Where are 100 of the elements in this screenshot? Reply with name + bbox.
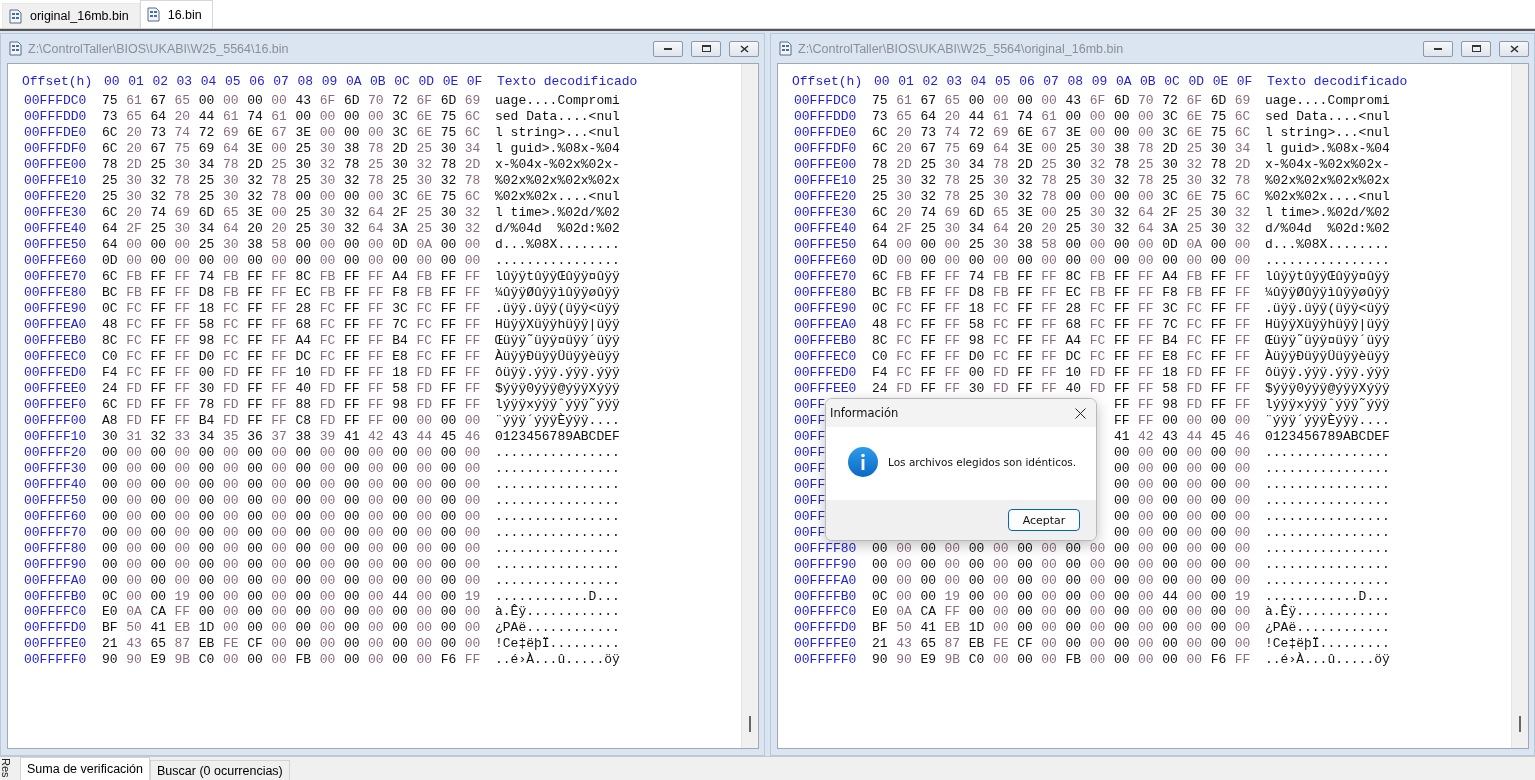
hex-byte: 00 (1017, 253, 1034, 269)
column-header: 00 (104, 73, 121, 89)
hex-byte: 00 (920, 572, 937, 588)
hex-byte: 0C (872, 588, 889, 604)
hex-byte: 44 (1162, 588, 1179, 604)
hex-byte: 30 (319, 173, 337, 189)
hex-byte: 38 (1017, 237, 1034, 253)
panel-tab[interactable]: Suma de verificación (20, 757, 151, 780)
hex-byte: 00 (1210, 444, 1228, 460)
hex-byte: 75 (174, 141, 192, 157)
hex-byte: D0 (968, 349, 986, 364)
hex-byte: FF (464, 317, 482, 333)
hex-byte: 00 (440, 237, 458, 253)
hex-byte: 30 (1210, 221, 1228, 237)
hex-byte: 58 (392, 380, 409, 396)
hex-byte: FB (1186, 285, 1204, 301)
hex-byte: 00 (343, 508, 361, 524)
hex-byte: FF (343, 301, 361, 317)
file-tab[interactable]: original_16mb.bin (2, 3, 140, 28)
hex-byte: 00 (992, 620, 1010, 636)
hex-byte: 00 (1113, 460, 1131, 476)
hex-byte: 00 (1041, 572, 1058, 588)
hex-byte: FB (222, 269, 240, 285)
hex-byte: FC (416, 317, 434, 333)
offset-cell-text: 00FFFFC0 (793, 604, 858, 620)
hex-byte: CF (1017, 636, 1034, 652)
hex-byte: 20 (1017, 221, 1034, 237)
offset-cell-text: 00FFFE50 (793, 237, 858, 253)
hex-byte: 6D (968, 205, 986, 221)
hex-byte: 00 (174, 508, 192, 524)
hex-byte: FD (896, 380, 913, 396)
hex-byte: 00 (392, 572, 409, 588)
decoded-text: ................ (1265, 476, 1390, 492)
maximize-button[interactable] (1461, 40, 1491, 57)
hex-byte: 25 (1065, 221, 1083, 237)
hex-byte: 00 (319, 237, 337, 253)
file-tab[interactable]: 16.bin (139, 0, 213, 28)
close-button[interactable] (1073, 405, 1088, 421)
hex-byte: FF (1138, 349, 1155, 364)
hex-byte: 6C (872, 269, 889, 285)
hex-byte: 6D (1113, 93, 1131, 109)
offset-cell-text: 00FFFF40 (23, 476, 88, 492)
hex-byte: 0C (102, 588, 119, 604)
close-button[interactable] (729, 40, 759, 57)
hex-byte: 30 (319, 221, 337, 237)
hex-byte: 00 (1113, 524, 1131, 540)
scrollbar[interactable] (741, 64, 758, 748)
hex-byte: CA (920, 604, 937, 620)
hex-byte: 00 (1210, 412, 1228, 428)
hex-byte: 1D (198, 620, 216, 636)
hex-byte: FD (222, 396, 240, 412)
hex-byte: FF (920, 333, 937, 348)
hex-byte: 00 (416, 476, 434, 492)
hex-byte: 00 (464, 412, 482, 428)
decoded-text: sed Data....<nul (1265, 109, 1390, 125)
hex-byte: 00 (1089, 237, 1107, 253)
minimize-button[interactable] (653, 40, 683, 57)
hex-byte: FF (247, 412, 264, 428)
hex-byte: 32 (150, 189, 167, 205)
hex-byte: 00 (222, 253, 240, 269)
hex-byte: 25 (1186, 141, 1204, 157)
decoded-text: ¨ýÿÿ´ýÿÿÈýÿÿ.... (1265, 412, 1390, 428)
hex-byte: 00 (343, 125, 361, 141)
side-panel-label[interactable]: Res (0, 758, 20, 780)
hex-byte: FF (1113, 301, 1131, 317)
hex-byte: 00 (295, 492, 313, 508)
hex-byte: 44 (968, 109, 986, 125)
hex-byte: 74 (920, 205, 937, 221)
minimize-icon (1434, 47, 1442, 50)
hex-byte: 00 (271, 572, 288, 588)
hex-byte: 00 (1162, 492, 1179, 508)
hex-byte: 31 (126, 428, 143, 444)
hex-byte: 20 (944, 109, 962, 125)
hex-byte: 00 (1234, 460, 1252, 476)
hex-byte: F4 (102, 364, 119, 380)
hex-byte: 8C (295, 269, 313, 285)
hex-byte: DC (295, 349, 313, 364)
hex-byte: 00 (440, 508, 458, 524)
hex-byte: 61 (271, 109, 288, 125)
close-button[interactable] (1499, 40, 1529, 57)
hex-byte: 00 (1113, 636, 1131, 652)
hex-byte: 30 (1162, 157, 1179, 173)
hex-byte: 6D (1210, 93, 1228, 109)
maximize-button[interactable] (691, 40, 721, 57)
scrollbar[interactable] (1511, 64, 1528, 748)
minimize-button[interactable] (1423, 40, 1453, 57)
decoded-text: ............D... (1265, 588, 1390, 604)
hex-byte: 00 (295, 460, 313, 476)
hex-byte: 00 (1113, 253, 1131, 269)
hex-byte: FB (319, 269, 337, 285)
offset-cell-text: 00FFFE60 (793, 253, 858, 269)
close-icon (739, 44, 749, 53)
hex-byte: B4 (198, 412, 216, 428)
column-header: 02 (152, 73, 169, 89)
hex-byte: 00 (126, 476, 143, 492)
hex-byte: 00 (1234, 444, 1252, 460)
hex-byte: 78 (1138, 141, 1155, 157)
accept-button[interactable]: Aceptar (1008, 509, 1080, 531)
panel-tab[interactable]: Buscar (0 ocurrencias) (150, 760, 290, 780)
hex-byte: 30 (222, 189, 240, 205)
